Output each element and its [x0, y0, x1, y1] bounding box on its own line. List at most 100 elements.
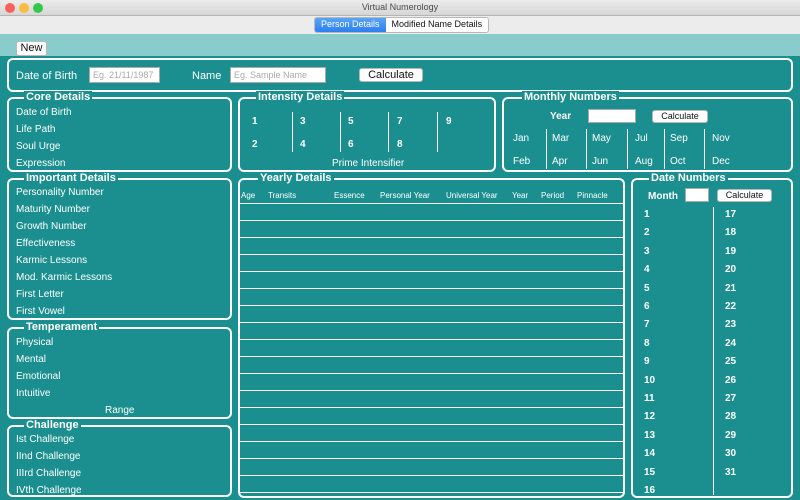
- column-header-universal-year: Universal Year: [446, 191, 498, 200]
- table-row: [240, 390, 623, 391]
- temperament-item: Physical: [16, 337, 54, 348]
- date-number: 13: [644, 429, 656, 441]
- month-label: Oct: [670, 156, 686, 167]
- month-label: Jun: [592, 156, 609, 167]
- table-row: [240, 458, 623, 459]
- challenge-title: Challenge: [24, 419, 81, 431]
- table-row: [240, 254, 623, 255]
- date-calculate-button[interactable]: Calculate: [717, 189, 772, 202]
- intensity-cell: 1: [252, 116, 258, 127]
- date-number: 22: [725, 301, 737, 312]
- title-bar: Virtual Numerology: [0, 0, 800, 16]
- divider: [704, 129, 705, 169]
- intensity-cell: 8: [397, 139, 403, 150]
- core-details-title: Core Details: [24, 91, 93, 103]
- date-number: 7: [644, 319, 650, 331]
- tab-modified-name-details[interactable]: Modified Name Details: [385, 18, 489, 32]
- month-label: Feb: [513, 156, 531, 167]
- intensity-cell: 4: [300, 139, 306, 150]
- table-row: [240, 492, 623, 493]
- date-number: 14: [644, 448, 656, 460]
- year-input[interactable]: [588, 109, 636, 123]
- divider: [664, 129, 665, 169]
- month-input[interactable]: [685, 188, 709, 202]
- date-number: 25: [725, 356, 737, 368]
- table-row: [240, 339, 623, 340]
- toolbar-strip: New: [0, 34, 800, 56]
- date-numbers-title: Date Numbers: [649, 172, 728, 184]
- challenge-item: IIIrd Challenge: [16, 468, 82, 479]
- date-numbers-panel: Date Numbers Month Calculate: [631, 172, 793, 498]
- important-item: Personality Number: [16, 187, 104, 198]
- date-number: 4: [644, 264, 650, 276]
- calculate-button[interactable]: Calculate: [359, 68, 423, 82]
- monthly-calculate-button[interactable]: Calculate: [652, 110, 708, 123]
- important-details-panel: Important Details Personality Number Mat…: [7, 172, 232, 320]
- month-label: Jan: [513, 133, 530, 144]
- month-label: Aug: [635, 156, 653, 167]
- dob-input[interactable]: Eg. 21/11/1987: [89, 67, 160, 83]
- date-number: 10: [644, 374, 656, 386]
- date-number: 15: [644, 466, 656, 478]
- core-item: Soul Urge: [16, 141, 61, 152]
- table-row: [240, 288, 623, 289]
- name-input[interactable]: Eg. Sample Name: [230, 67, 326, 83]
- intensity-cell: 5: [348, 116, 354, 127]
- divider: [546, 129, 547, 169]
- table-row: [240, 407, 623, 408]
- divider: [586, 129, 587, 169]
- table-row: [240, 271, 623, 272]
- name-label: Name: [192, 70, 222, 82]
- divider: [437, 112, 438, 152]
- date-number: 9: [644, 356, 650, 368]
- month-label: Dec: [712, 156, 730, 167]
- divider: [340, 112, 341, 152]
- date-number: 26: [725, 374, 737, 386]
- challenge-item: Ist Challenge: [16, 434, 75, 445]
- month-label: Sep: [670, 133, 688, 144]
- divider: [627, 129, 628, 169]
- table-row: [240, 356, 623, 357]
- date-number: 18: [725, 227, 737, 239]
- column-header-personal-year: Personal Year: [380, 191, 430, 200]
- date-number: 27: [725, 393, 737, 404]
- important-item: Karmic Lessons: [16, 255, 88, 266]
- date-number: 23: [725, 319, 737, 331]
- date-number: 5: [644, 282, 650, 294]
- important-details-title: Important Details: [24, 172, 118, 184]
- month-label: Month: [648, 191, 678, 202]
- table-row: [240, 441, 623, 442]
- core-item: Expression: [16, 158, 66, 169]
- new-button[interactable]: New: [16, 41, 47, 56]
- tab-person-details[interactable]: Person Details: [315, 18, 386, 32]
- temperament-title: Temperament: [24, 321, 100, 333]
- date-number: 17: [725, 209, 737, 220]
- column-header-period: Period: [541, 191, 565, 200]
- date-number: 3: [644, 245, 650, 257]
- month-label: Jul: [635, 133, 648, 144]
- column-header-pinnacle: Pinnacle: [577, 191, 608, 200]
- core-item: Life Path: [16, 124, 56, 135]
- month-label: May: [592, 133, 611, 144]
- month-label: Nov: [712, 133, 730, 144]
- date-number: 30: [725, 448, 737, 460]
- temperament-item: Mental: [16, 354, 47, 365]
- window-title: Virtual Numerology: [361, 2, 439, 12]
- date-number: 29: [725, 429, 737, 441]
- table-row: [240, 305, 623, 306]
- core-item: Date of Birth: [16, 107, 72, 118]
- prime-intensifier-label: Prime Intensifier: [332, 158, 405, 169]
- date-number: 16: [644, 485, 656, 496]
- month-label: Mar: [552, 133, 570, 144]
- intensity-cell: 7: [397, 116, 403, 127]
- intensity-cell: 2: [252, 139, 258, 150]
- yearly-details-panel: Yearly Details: [238, 172, 625, 498]
- temperament-item: Intuitive: [16, 388, 51, 399]
- date-number: 24: [725, 337, 737, 349]
- important-item: Effectiveness: [16, 238, 76, 249]
- table-row: [240, 220, 623, 221]
- important-item: Growth Number: [16, 221, 87, 232]
- core-details-panel: Core Details Date of Birth Life Path Sou…: [7, 91, 232, 172]
- divider: [713, 207, 714, 495]
- date-number: 20: [725, 264, 737, 276]
